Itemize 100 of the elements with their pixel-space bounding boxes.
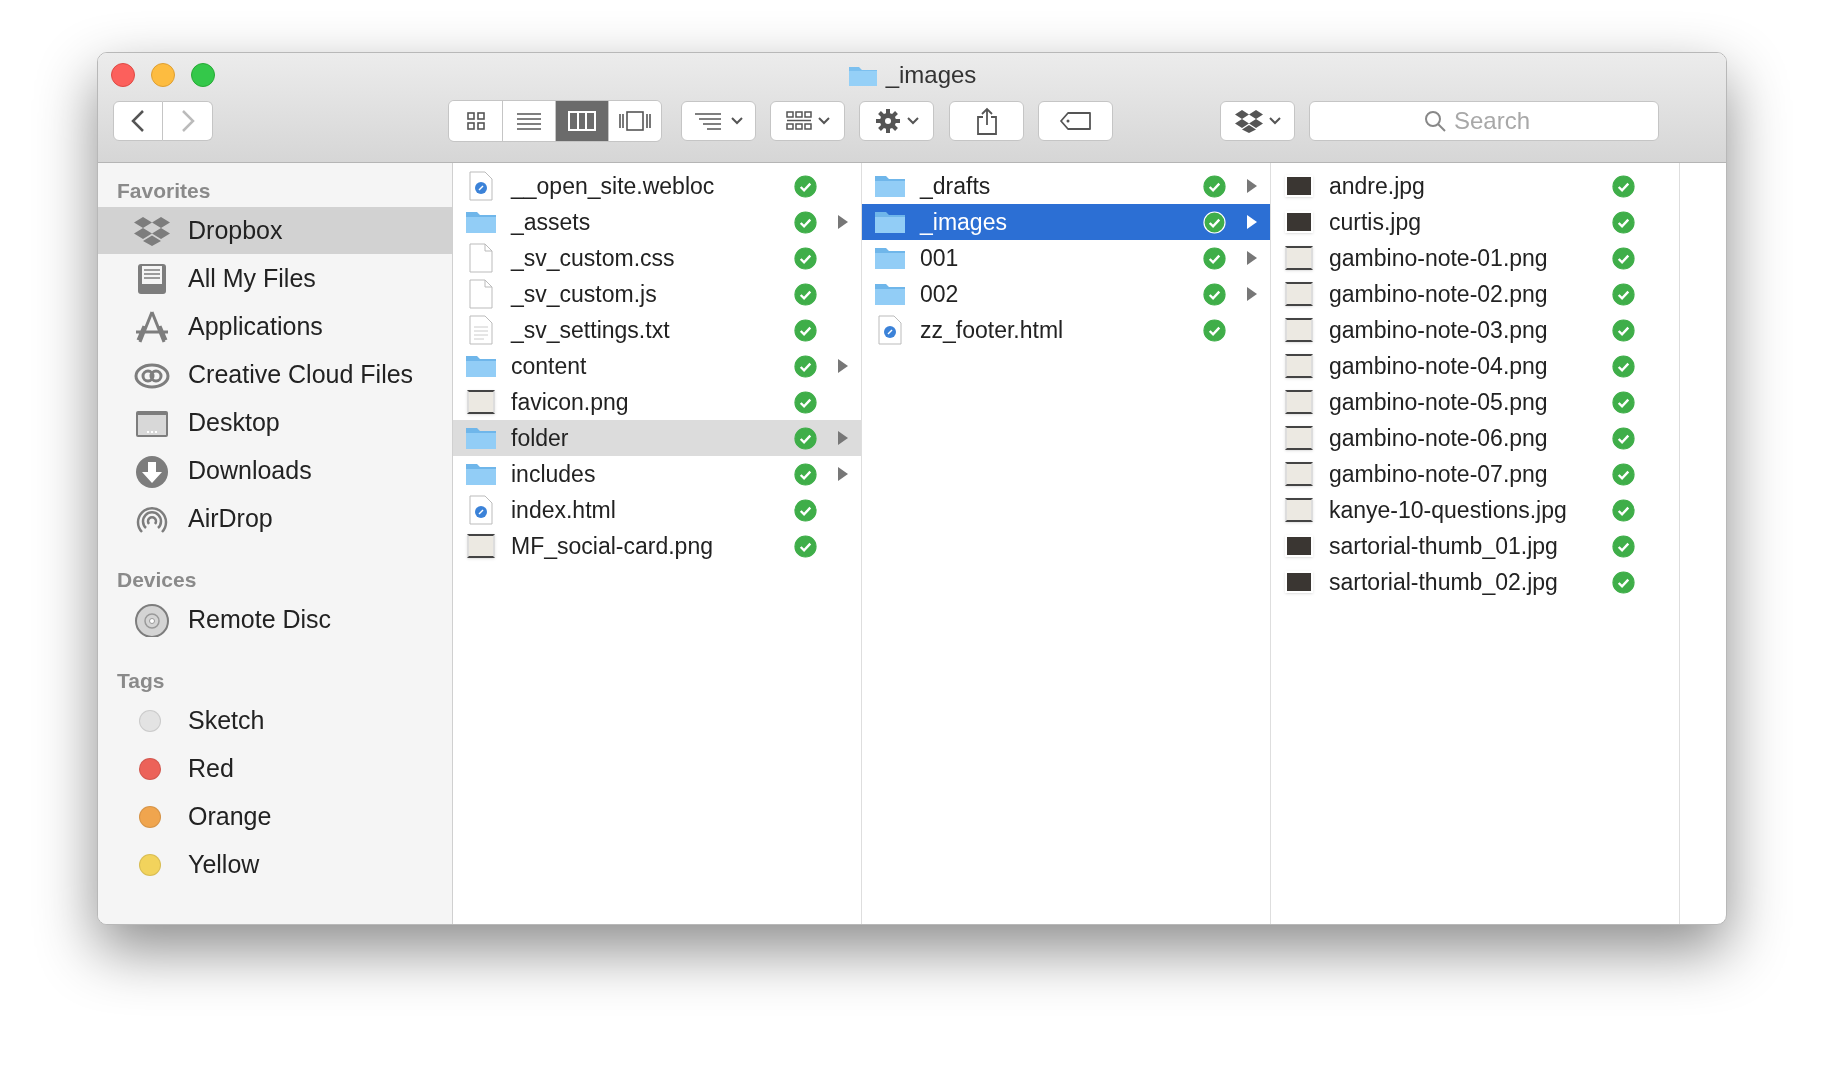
file-row[interactable]: kanye-10-questions.jpg [1271,492,1679,528]
file-row[interactable]: _sv_custom.css [453,240,861,276]
sidebar-item[interactable]: Remote Disc [98,596,452,643]
sidebar-item[interactable]: AirDrop [98,495,452,542]
file-row[interactable]: _assets [453,204,861,240]
file-name: _images [920,207,1008,237]
sidebar-item[interactable]: Applications [98,303,452,350]
photo-placeholder [1285,571,1313,593]
file-row[interactable]: gambino-note-04.png [1271,348,1679,384]
view-mode-button[interactable] [502,101,555,141]
back-chevron-icon [131,109,145,133]
file-row[interactable]: favicon.png [453,384,861,420]
view-mode-button[interactable] [555,101,608,141]
file-row[interactable]: sartorial-thumb_01.jpg [1271,528,1679,564]
photo-placeholder [1285,535,1313,557]
file-name: gambino-note-07.png [1329,459,1549,489]
window-title: _images [885,60,977,90]
file-name: includes [511,459,597,489]
back-button[interactable] [113,101,163,141]
file-row[interactable]: 001 [862,240,1270,276]
close-button[interactable] [111,63,135,87]
image-thumbnail [1285,390,1313,414]
arrange-dropdown[interactable] [681,101,756,141]
file-row[interactable]: gambino-note-05.png [1271,384,1679,420]
sidebar-label: Creative Cloud Files [188,358,414,390]
sidebar-item[interactable]: Orange [98,793,452,840]
folder-icon [465,462,497,486]
file-name: sartorial-thumb_01.jpg [1329,531,1559,561]
file-row[interactable]: sartorial-thumb_02.jpg [1271,564,1679,600]
grid-icon [785,111,812,131]
caret-icon [1268,117,1281,125]
file-row[interactable]: _sv_custom.js [453,276,861,312]
file-row[interactable]: __open_site.webloc [453,168,861,204]
file-name: zz_footer.html [920,315,1065,345]
tag-button[interactable] [1038,101,1113,141]
icon-view-icon [466,112,485,130]
group-dropdown[interactable] [770,101,845,141]
file-name: __open_site.webloc [511,171,716,201]
file-name: gambino-note-04.png [1329,351,1549,381]
share-icon [975,107,998,135]
sidebar-item[interactable]: Desktop [98,399,452,446]
share-button[interactable] [949,101,1024,141]
file-name: curtis.jpg [1329,207,1423,237]
file-row[interactable]: _images [862,204,1270,240]
file-row[interactable]: curtis.jpg [1271,204,1679,240]
web-document-icon [469,495,493,525]
file-row[interactable]: _sv_settings.txt [453,312,861,348]
compass-ruler-icon [134,309,170,344]
list-view-icon [517,111,541,131]
image-thumbnail [1285,462,1313,486]
file-name: sartorial-thumb_02.jpg [1329,567,1559,597]
file-row[interactable]: 002 [862,276,1270,312]
action-dropdown[interactable] [859,101,934,141]
file-row[interactable]: zz_footer.html [862,312,1270,348]
sidebar-label: Yellow [188,848,260,880]
caret-icon [906,117,919,125]
sidebar-label: All My Files [188,262,316,294]
file-row[interactable]: _drafts [862,168,1270,204]
sidebar-item[interactable]: Yellow [98,841,452,888]
view-mode-button[interactable] [449,101,502,141]
file-row[interactable]: gambino-note-06.png [1271,420,1679,456]
sidebar-label: Red [188,752,234,784]
caret-icon [730,117,743,125]
file-name: 002 [920,279,960,309]
file-name: favicon.png [511,387,630,417]
file-row[interactable]: gambino-note-03.png [1271,312,1679,348]
file-row[interactable]: gambino-note-07.png [1271,456,1679,492]
document-icon [469,279,493,309]
document-icon [469,243,493,273]
dropbox-dropdown[interactable] [1220,101,1295,141]
view-mode-segmented-control[interactable] [448,100,662,142]
file-name: index.html [511,495,617,525]
folder-icon [874,210,906,234]
folder-icon [874,246,906,270]
photo-placeholder [1285,211,1313,233]
column-view-icon [568,111,596,131]
file-name: _sv_custom.js [511,279,658,309]
sidebar-item[interactable]: Downloads [98,447,452,494]
file-name: gambino-note-05.png [1329,387,1549,417]
file-row[interactable]: gambino-note-02.png [1271,276,1679,312]
sidebar-item[interactable]: Sketch [98,697,452,744]
sidebar-item[interactable]: Red [98,745,452,792]
file-row[interactable]: MF_social-card.png [453,528,861,564]
view-mode-button[interactable] [608,101,661,141]
gallery-view-icon [619,111,651,131]
file-row[interactable]: content [453,348,861,384]
image-thumbnail [1285,354,1313,378]
file-name: gambino-note-06.png [1329,423,1549,453]
file-row[interactable]: includes [453,456,861,492]
sidebar-item[interactable]: Dropbox [98,207,452,254]
file-row[interactable]: folder [453,420,861,456]
sidebar-item[interactable]: Creative Cloud Files [98,351,452,398]
folder-icon [874,174,906,198]
photo-placeholder [1285,175,1313,197]
file-row[interactable]: index.html [453,492,861,528]
search-field[interactable]: Search [1309,101,1659,141]
sidebar-item[interactable]: All My Files [98,255,452,302]
file-name: MF_social-card.png [511,531,714,561]
file-row[interactable]: gambino-note-01.png [1271,240,1679,276]
file-row[interactable]: andre.jpg [1271,168,1679,204]
